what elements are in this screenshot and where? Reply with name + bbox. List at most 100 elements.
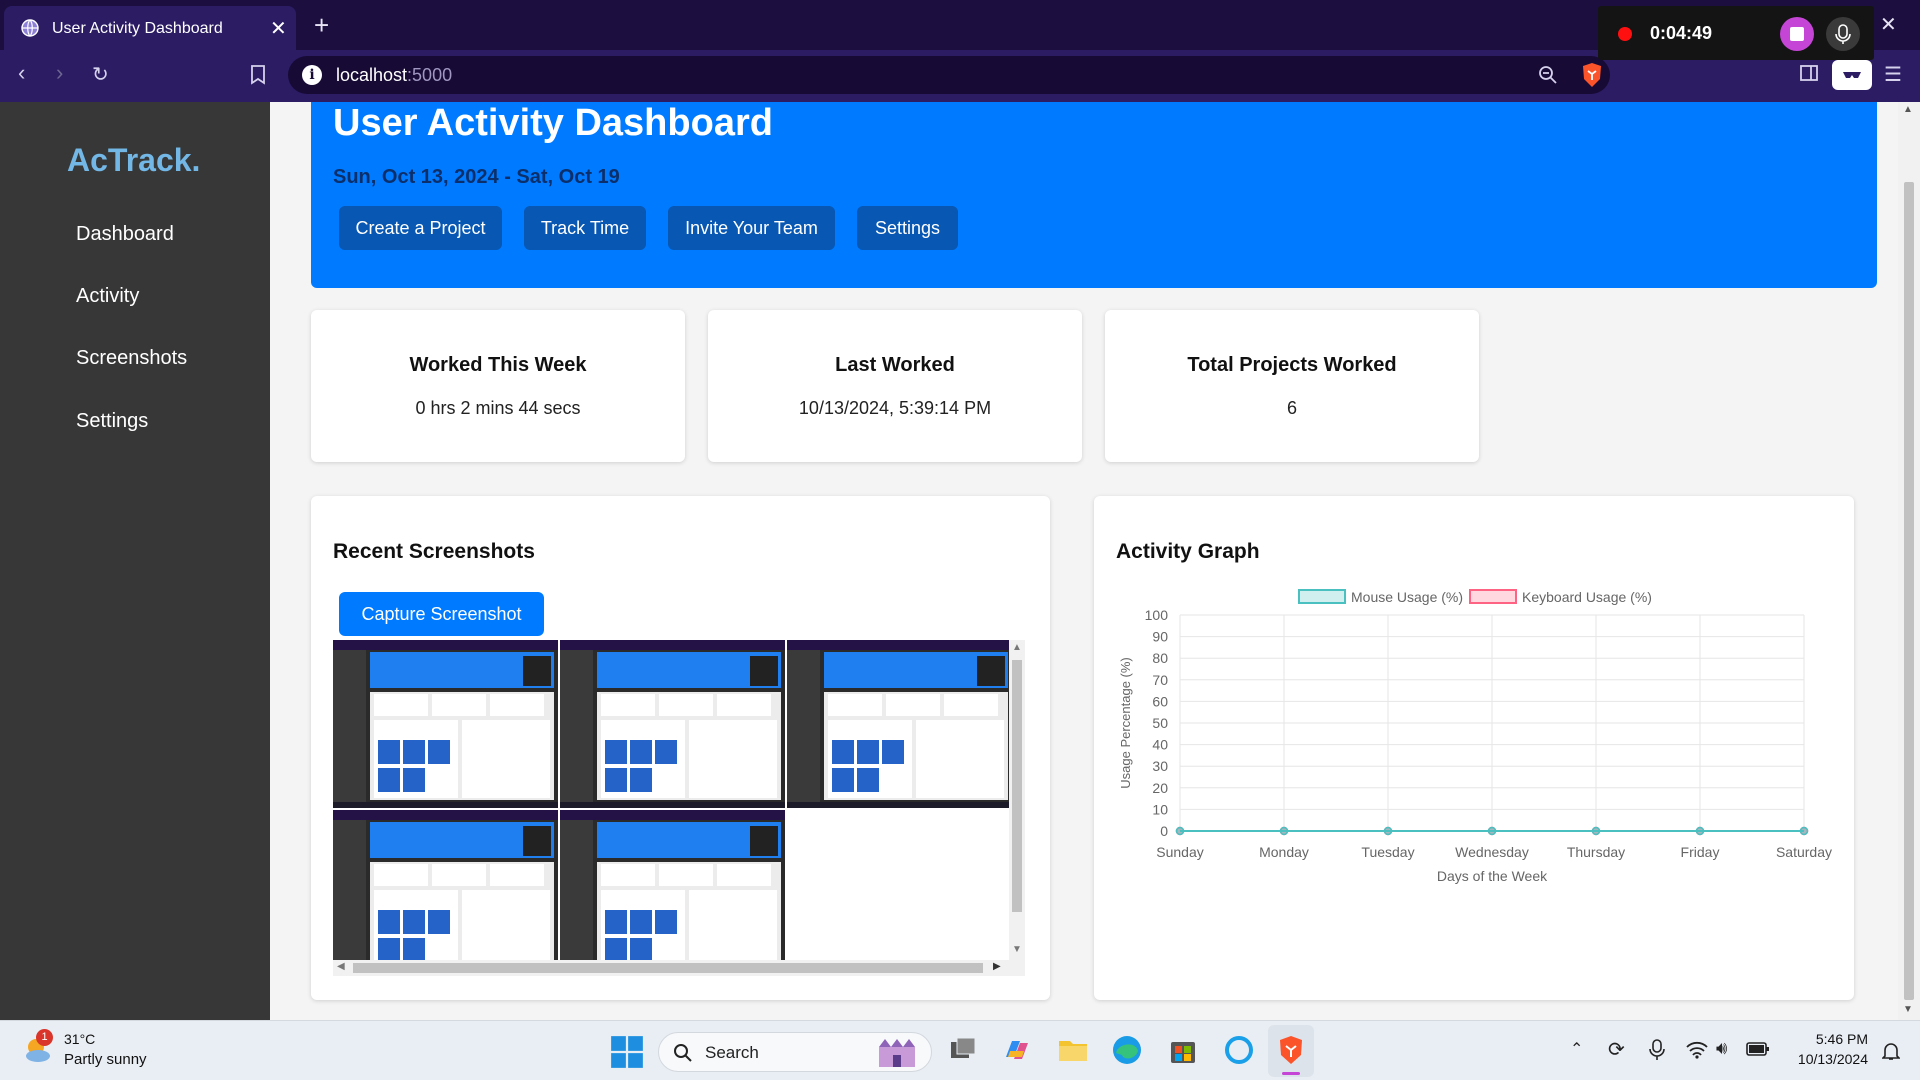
file-explorer-icon[interactable] (1056, 1033, 1090, 1067)
taskbar-search[interactable]: Search (658, 1032, 932, 1072)
stat-value: 0 hrs 2 mins 44 secs (415, 398, 581, 418)
chart-y-tick-label: 0 (1160, 823, 1168, 839)
microphone-tray-icon[interactable] (1648, 1039, 1666, 1061)
screenshot-thumbnail[interactable] (787, 640, 1012, 808)
stat-value: 10/13/2024, 5:39:14 PM (798, 398, 992, 418)
stat-card-last-worked: Last Worked 10/13/2024, 5:39:14 PM (708, 310, 1082, 462)
close-window-icon[interactable]: ✕ (1880, 12, 1897, 37)
zoom-icon[interactable] (1538, 65, 1558, 85)
scroll-down-icon[interactable]: ▼ (1012, 944, 1022, 955)
dashboard-header: User Activity Dashboard Sun, Oct 13, 202… (311, 102, 1877, 288)
screenshot-thumbnail[interactable] (333, 810, 558, 976)
sidebar-item-dashboard[interactable]: Dashboard (76, 223, 174, 246)
stop-recording-button[interactable] (1780, 17, 1814, 51)
brave-taskbar-button[interactable] (1268, 1025, 1314, 1077)
bookmark-icon[interactable] (250, 65, 266, 85)
sync-icon[interactable]: ⟳ (1608, 1037, 1625, 1062)
task-view-icon[interactable] (946, 1033, 980, 1067)
chart-y-tick-label: 40 (1152, 737, 1168, 753)
create-project-button[interactable]: Create a Project (339, 206, 502, 250)
date-range: Sun, Oct 13, 2024 - Sat, Oct 19 (333, 166, 620, 188)
gallery-horizontal-scroll-thumb[interactable] (353, 963, 983, 973)
chart-x-tick-label: Tuesday (1361, 844, 1414, 860)
chart-data-point (1591, 826, 1601, 836)
windows-taskbar: 1 31°C Partly sunny Search ⌃ ⟳ 🔊︎ 5:46 P… (0, 1020, 1920, 1080)
close-tab-icon[interactable]: ✕ (270, 16, 287, 41)
microphone-button[interactable] (1826, 17, 1860, 51)
capture-screenshot-button[interactable]: Capture Screenshot (339, 592, 544, 636)
reload-icon[interactable]: ↻ (92, 62, 109, 87)
notifications-bell-icon[interactable] (1882, 1041, 1900, 1061)
windows-start-icon[interactable] (610, 1035, 644, 1069)
page-scroll-up-icon[interactable]: ▲ (1903, 104, 1913, 115)
screenshot-thumbnail[interactable] (333, 640, 558, 808)
chart-y-tick-label: 90 (1152, 629, 1168, 645)
sidebar-toggle-icon[interactable] (1800, 65, 1818, 81)
gallery-horizontal-scrollbar[interactable]: ◀ ▶ (333, 960, 1009, 976)
scroll-up-icon[interactable]: ▲ (1012, 642, 1022, 653)
globe-icon (21, 19, 39, 37)
volume-icon[interactable]: 🔊︎ (1716, 1038, 1727, 1059)
sidebar-item-activity[interactable]: Activity (76, 285, 139, 308)
chart-legend-swatch (1298, 589, 1346, 604)
gallery-vertical-scroll-thumb[interactable] (1012, 660, 1022, 912)
page-scrollbar[interactable]: ▲ ▼ (1898, 102, 1920, 1020)
stat-card-worked-this-week: Worked This Week 0 hrs 2 mins 44 secs (311, 310, 685, 462)
scroll-left-icon[interactable]: ◀ (337, 961, 345, 972)
weather-temperature[interactable]: 31°C (64, 1031, 95, 1047)
vpn-wallet-icon[interactable] (1832, 60, 1872, 90)
browser-tab[interactable]: User Activity Dashboard ✕ (4, 6, 296, 50)
sidebar-item-screenshots[interactable]: Screenshots (76, 347, 187, 370)
settings-button[interactable]: Settings (857, 206, 958, 250)
stat-card-total-projects: Total Projects Worked 6 (1105, 310, 1479, 462)
back-icon[interactable]: ‹ (18, 60, 25, 86)
microsoft-store-icon[interactable] (1166, 1033, 1200, 1067)
page-scroll-thumb[interactable] (1904, 182, 1914, 1000)
page-title: User Activity Dashboard (333, 102, 773, 144)
copilot-icon[interactable] (1000, 1033, 1034, 1067)
panel-title: Recent Screenshots (333, 540, 535, 563)
panel-title: Activity Graph (1116, 540, 1260, 563)
app-logo: AcTrack. (67, 142, 201, 178)
clock-date[interactable]: 10/13/2024 (1784, 1051, 1868, 1067)
recent-screenshots-panel: Recent Screenshots Capture Screenshot ▲ … (311, 496, 1050, 1000)
search-highlight-icon (879, 1039, 915, 1067)
brave-shields-icon[interactable] (1580, 62, 1604, 88)
new-tab-icon[interactable]: + (314, 10, 329, 41)
stat-title: Worked This Week (409, 354, 587, 376)
show-hidden-icons-chevron-icon[interactable]: ⌃ (1570, 1039, 1583, 1059)
address-bar[interactable]: i localhost:5000 (288, 56, 1610, 94)
chart-x-tick-label: Monday (1259, 844, 1309, 860)
weather-icon[interactable]: 1 (22, 1029, 56, 1065)
cortana-icon[interactable] (1222, 1033, 1256, 1067)
site-info-icon[interactable]: i (302, 65, 322, 85)
clock-time[interactable]: 5:46 PM (1808, 1031, 1868, 1047)
weather-description[interactable]: Partly sunny (64, 1051, 147, 1068)
track-time-button[interactable]: Track Time (524, 206, 646, 250)
chart-data-point (1383, 826, 1393, 836)
menu-icon[interactable]: ☰ (1884, 62, 1902, 87)
wifi-icon[interactable] (1686, 1041, 1708, 1059)
activity-chart: 0 10 20 30 40 50 60 70 80 90 100 Sunday Monday Tuesda… (1118, 589, 1832, 884)
screenshot-thumbnail[interactable] (560, 810, 785, 976)
screenshot-thumbnail[interactable] (560, 640, 785, 808)
chart-y-axis-title: Usage Percentage (%) (1118, 657, 1133, 789)
edge-icon[interactable] (1110, 1033, 1144, 1067)
chart-y-tick-label: 10 (1152, 801, 1168, 817)
chart-data-point (1487, 826, 1497, 836)
battery-icon[interactable] (1746, 1041, 1770, 1057)
chart-y-tick-label: 20 (1152, 780, 1168, 796)
page-scroll-down-icon[interactable]: ▼ (1903, 1004, 1913, 1015)
forward-icon[interactable]: › (56, 60, 63, 86)
chart-y-tick-label: 30 (1152, 758, 1168, 774)
url-text: localhost:5000 (336, 65, 453, 85)
invite-team-button[interactable]: Invite Your Team (668, 206, 835, 250)
gallery-vertical-scrollbar[interactable]: ▲ ▼ (1009, 640, 1025, 976)
sidebar-item-settings[interactable]: Settings (76, 410, 148, 433)
screenshot-gallery[interactable]: ▲ ▼ ◀ ▶ (333, 640, 1025, 976)
microphone-icon (1835, 24, 1851, 44)
chart-legend-swatch (1469, 589, 1517, 604)
chart-y-tick-label: 80 (1152, 650, 1168, 666)
search-icon (674, 1044, 692, 1062)
scroll-right-icon[interactable]: ▶ (993, 961, 1001, 972)
